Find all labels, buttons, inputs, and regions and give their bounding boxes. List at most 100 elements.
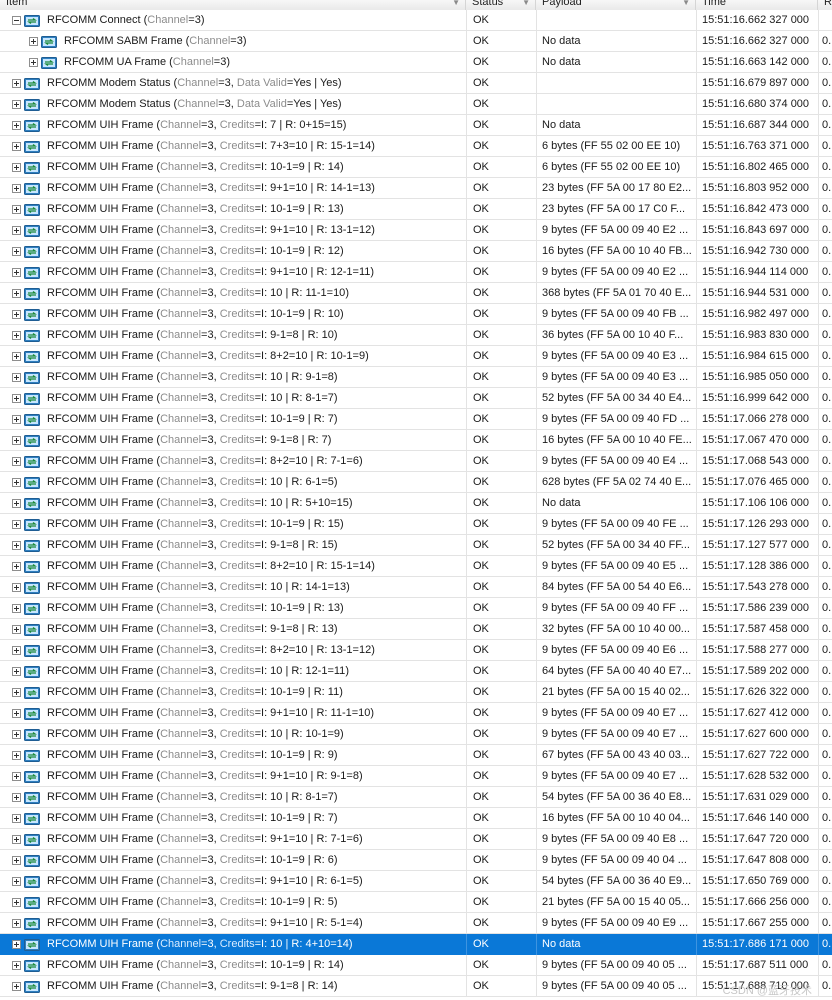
expand-icon[interactable] [29,37,38,46]
frame-row[interactable]: RFCOMM UIH Frame (Channel=3, Credits=I: … [0,871,832,892]
frame-row[interactable]: RFCOMM UIH Frame (Channel=3, Credits=I: … [0,136,832,157]
expand-icon[interactable] [12,919,21,928]
expand-icon[interactable] [12,310,21,319]
frame-row[interactable]: RFCOMM UIH Frame (Channel=3, Credits=I: … [0,493,832,514]
expand-icon[interactable] [12,940,21,949]
collapse-icon[interactable] [12,16,21,25]
expand-icon[interactable] [12,982,21,991]
expand-icon[interactable] [12,373,21,382]
expand-icon[interactable] [12,583,21,592]
frame-row[interactable]: RFCOMM UIH Frame (Channel=3, Credits=I: … [0,262,832,283]
frame-row[interactable]: RFCOMM UIH Frame (Channel=3, Credits=I: … [0,808,832,829]
frame-row[interactable]: RFCOMM Modem Status (Channel=3, Data Val… [0,94,832,115]
expand-icon[interactable] [12,478,21,487]
expand-icon[interactable] [12,121,21,130]
expand-icon[interactable] [12,394,21,403]
expand-icon[interactable] [12,520,21,529]
expand-icon[interactable] [12,331,21,340]
frame-row[interactable]: RFCOMM UIH Frame (Channel=3, Credits=I: … [0,556,832,577]
frame-row[interactable]: RFCOMM Modem Status (Channel=3, Data Val… [0,73,832,94]
frame-row[interactable]: RFCOMM UIH Frame (Channel=3, Credits=I: … [0,535,832,556]
frame-row[interactable]: RFCOMM UIH Frame (Channel=3, Credits=I: … [0,724,832,745]
frame-row[interactable]: RFCOMM UIH Frame (Channel=3, Credits=I: … [0,346,832,367]
expand-icon[interactable] [12,562,21,571]
column-header-item[interactable]: Item ▼ [0,0,466,10]
expand-icon[interactable] [12,352,21,361]
expand-icon[interactable] [12,709,21,718]
frame-row[interactable]: RFCOMM UIH Frame (Channel=3, Credits=I: … [0,157,832,178]
expand-icon[interactable] [12,436,21,445]
frame-row[interactable]: RFCOMM UIH Frame (Channel=3, Credits=I: … [0,325,832,346]
frame-row[interactable]: RFCOMM UIH Frame (Channel=3, Credits=I: … [0,178,832,199]
frame-row[interactable]: RFCOMM UIH Frame (Channel=3, Credits=I: … [0,577,832,598]
frame-row[interactable]: RFCOMM UIH Frame (Channel=3, Credits=I: … [0,766,832,787]
frame-row[interactable]: RFCOMM UIH Frame (Channel=3, Credits=I: … [0,115,832,136]
expand-icon[interactable] [12,604,21,613]
frame-row[interactable]: RFCOMM UIH Frame (Channel=3, Credits=I: … [0,598,832,619]
frame-row[interactable]: RFCOMM UIH Frame (Channel=3, Credits=I: … [0,409,832,430]
frame-row[interactable]: RFCOMM UIH Frame (Channel=3, Credits=I: … [0,745,832,766]
expand-icon[interactable] [12,877,21,886]
expand-icon[interactable] [12,457,21,466]
expand-icon[interactable] [29,58,38,67]
column-header-payload[interactable]: Payload ▼ [536,0,696,10]
frame-row[interactable]: RFCOMM UIH Frame (Channel=3, Credits=I: … [0,220,832,241]
frame-row[interactable]: RFCOMM UIH Frame (Channel=3, Credits=I: … [0,451,832,472]
frame-row[interactable]: RFCOMM UIH Frame (Channel=3, Credits=I: … [0,619,832,640]
frame-row[interactable]: RFCOMM UIH Frame (Channel=3, Credits=I: … [0,283,832,304]
frame-row[interactable]: RFCOMM UIH Frame (Channel=3, Credits=I: … [0,787,832,808]
frame-row[interactable]: RFCOMM UIH Frame (Channel=3, Credits=I: … [0,850,832,871]
frame-row[interactable]: RFCOMM UIH Frame (Channel=3, Credits=I: … [0,304,832,325]
expand-icon[interactable] [12,184,21,193]
expand-icon[interactable] [12,205,21,214]
frame-row[interactable]: RFCOMM UA Frame (Channel=3) OK No data 15:5… [0,52,832,73]
expand-icon[interactable] [12,814,21,823]
expand-icon[interactable] [12,730,21,739]
expand-icon[interactable] [12,667,21,676]
frame-row[interactable]: RFCOMM Connect (Channel=3) OK 15:51:16.662… [0,10,832,31]
expand-icon[interactable] [12,163,21,172]
expand-icon[interactable] [12,79,21,88]
frame-row[interactable]: RFCOMM UIH Frame (Channel=3, Credits=I: … [0,514,832,535]
expand-icon[interactable] [12,247,21,256]
expand-icon[interactable] [12,688,21,697]
expand-icon[interactable] [12,100,21,109]
frame-row[interactable]: RFCOMM UIH Frame (Channel=3, Credits=I: … [0,892,832,913]
column-header-extra[interactable]: R [818,0,832,10]
frame-row[interactable]: RFCOMM UIH Frame (Channel=3, Credits=I: … [0,913,832,934]
frame-row[interactable]: RFCOMM UIH Frame (Channel=3, Credits=I: … [0,934,832,955]
frame-row[interactable]: RFCOMM UIH Frame (Channel=3, Credits=I: … [0,472,832,493]
expand-icon[interactable] [12,499,21,508]
frame-row[interactable]: RFCOMM UIH Frame (Channel=3, Credits=I: … [0,430,832,451]
frame-row[interactable]: RFCOMM UIH Frame (Channel=3, Credits=I: … [0,703,832,724]
frame-row[interactable]: RFCOMM UIH Frame (Channel=3, Credits=I: … [0,367,832,388]
column-header-time[interactable]: Time [696,0,818,10]
frame-row[interactable]: RFCOMM SABM Frame (Channel=3) OK No data 15… [0,31,832,52]
frame-row[interactable]: RFCOMM UIH Frame (Channel=3, Credits=I: … [0,241,832,262]
expand-icon[interactable] [12,646,21,655]
expand-icon[interactable] [12,961,21,970]
expand-icon[interactable] [12,898,21,907]
expand-icon[interactable] [12,856,21,865]
expand-icon[interactable] [12,835,21,844]
frame-row[interactable]: RFCOMM UIH Frame (Channel=3, Credits=I: … [0,955,832,976]
expand-icon[interactable] [12,142,21,151]
frame-row[interactable]: RFCOMM UIH Frame (Channel=3, Credits=I: … [0,661,832,682]
expand-icon[interactable] [12,268,21,277]
expand-icon[interactable] [12,541,21,550]
expand-icon[interactable] [12,415,21,424]
expand-icon[interactable] [12,751,21,760]
expand-icon[interactable] [12,625,21,634]
frame-row[interactable]: RFCOMM UIH Frame (Channel=3, Credits=I: … [0,829,832,850]
frame-row[interactable]: RFCOMM UIH Frame (Channel=3, Credits=I: … [0,976,832,997]
column-header-status[interactable]: Status ▼ [466,0,536,10]
expand-icon[interactable] [12,793,21,802]
expand-icon[interactable] [12,289,21,298]
frame-row[interactable]: RFCOMM UIH Frame (Channel=3, Credits=I: … [0,682,832,703]
frame-row[interactable]: RFCOMM UIH Frame (Channel=3, Credits=I: … [0,640,832,661]
frame-row[interactable]: RFCOMM UIH Frame (Channel=3, Credits=I: … [0,388,832,409]
column-separator [696,409,697,430]
expand-icon[interactable] [12,226,21,235]
frame-row[interactable]: RFCOMM UIH Frame (Channel=3, Credits=I: … [0,199,832,220]
expand-icon[interactable] [12,772,21,781]
